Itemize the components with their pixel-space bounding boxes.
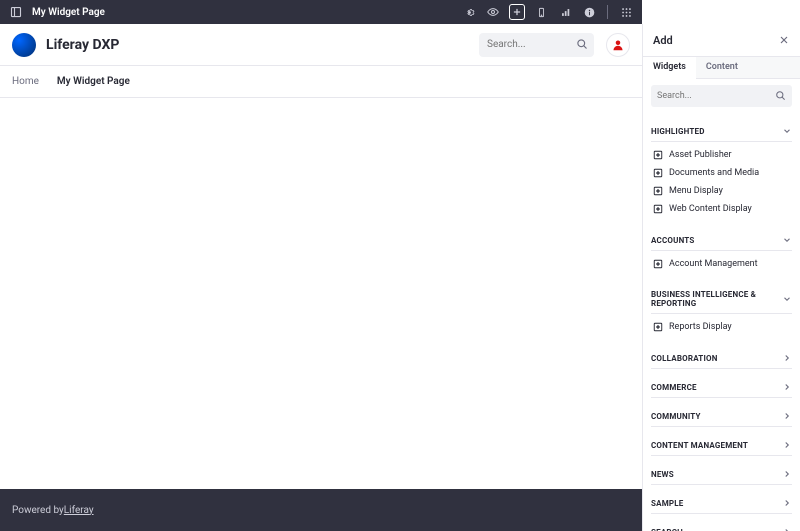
footer-text: Powered by bbox=[12, 505, 64, 516]
category-label: HIGHLIGHTED bbox=[651, 127, 705, 136]
widget-label: Web Content Display bbox=[669, 204, 752, 214]
widget-icon bbox=[653, 150, 663, 160]
widget-icon bbox=[653, 322, 663, 332]
panel-tabs: Widgets Content bbox=[643, 56, 800, 79]
widget-item[interactable]: Menu Display bbox=[651, 182, 792, 200]
widget-icon bbox=[653, 204, 663, 214]
category-header[interactable]: HIGHLIGHTED bbox=[651, 121, 792, 142]
sidebar-toggle-icon[interactable] bbox=[8, 4, 24, 20]
panel-search-icon[interactable] bbox=[775, 90, 786, 101]
eye-icon[interactable] bbox=[485, 4, 501, 20]
panel-search-input[interactable] bbox=[651, 85, 792, 107]
divider bbox=[607, 5, 608, 19]
category-label: ACCOUNTS bbox=[651, 236, 695, 245]
category-header[interactable]: COLLABORATION bbox=[651, 348, 792, 369]
category-label: SEARCH bbox=[651, 528, 683, 531]
chevron-right-icon bbox=[782, 527, 792, 531]
widget-item[interactable]: Web Content Display bbox=[651, 200, 792, 218]
widget-item[interactable]: Reports Display bbox=[651, 318, 792, 336]
widget-item[interactable]: Account Management bbox=[651, 255, 792, 273]
user-avatar[interactable] bbox=[606, 33, 630, 57]
widget-label: Asset Publisher bbox=[669, 150, 732, 160]
chevron-down-icon bbox=[782, 294, 792, 304]
search-wrap bbox=[479, 33, 594, 57]
category-header[interactable]: COMMERCE bbox=[651, 377, 792, 398]
chevron-right-icon bbox=[782, 469, 792, 479]
tab-widgets[interactable]: Widgets bbox=[643, 57, 696, 79]
widget-icon bbox=[653, 168, 663, 178]
tab-content[interactable]: Content bbox=[696, 57, 748, 78]
widget-item[interactable]: Documents and Media bbox=[651, 164, 792, 182]
add-panel: Add Widgets Content HIGHLIGHTED Asset Pub… bbox=[642, 24, 800, 531]
category-header[interactable]: SAMPLE bbox=[651, 493, 792, 514]
panel-search bbox=[643, 79, 800, 113]
page-header: Liferay DXP bbox=[0, 24, 642, 66]
category-label: NEWS bbox=[651, 470, 674, 479]
category-label: BUSINESS INTELLIGENCE & REPORTING bbox=[651, 290, 782, 308]
category-label: COMMUNITY bbox=[651, 412, 701, 421]
widget-item[interactable]: Asset Publisher bbox=[651, 146, 792, 164]
panel-header: Add bbox=[643, 24, 800, 56]
chevron-right-icon bbox=[782, 498, 792, 508]
category-header[interactable]: NEWS bbox=[651, 464, 792, 485]
chevron-right-icon bbox=[782, 353, 792, 363]
breadcrumb-current[interactable]: My Widget Page bbox=[57, 76, 130, 87]
category-label: COMMERCE bbox=[651, 383, 697, 392]
search-icon[interactable] bbox=[576, 38, 588, 50]
grid-icon[interactable] bbox=[618, 4, 634, 20]
simulation-icon[interactable] bbox=[533, 4, 549, 20]
widget-label: Reports Display bbox=[669, 322, 732, 332]
chevron-right-icon bbox=[782, 440, 792, 450]
panel-title: Add bbox=[653, 34, 673, 47]
close-icon[interactable] bbox=[778, 34, 790, 46]
info-icon[interactable] bbox=[581, 4, 597, 20]
chevron-right-icon bbox=[782, 411, 792, 421]
widget-icon bbox=[653, 186, 663, 196]
page-title: My Widget Page bbox=[32, 7, 105, 18]
category-header[interactable]: SEARCH bbox=[651, 522, 792, 531]
breadcrumb-home[interactable]: Home bbox=[12, 76, 39, 87]
panel-body[interactable]: HIGHLIGHTED Asset Publisher Documents and … bbox=[643, 113, 800, 531]
widget-icon bbox=[653, 259, 663, 269]
add-icon[interactable] bbox=[509, 4, 525, 20]
widget-label: Account Management bbox=[669, 259, 758, 269]
footer: Powered by Liferay bbox=[0, 489, 642, 531]
chevron-right-icon bbox=[782, 382, 792, 392]
chevron-down-icon bbox=[782, 235, 792, 245]
top-bar: My Widget Page bbox=[0, 0, 642, 24]
product-title: Liferay DXP bbox=[46, 37, 119, 53]
gear-icon[interactable] bbox=[461, 4, 477, 20]
widget-label: Documents and Media bbox=[669, 168, 759, 178]
category-header[interactable]: CONTENT MANAGEMENT bbox=[651, 435, 792, 456]
breadcrumb: Home My Widget Page bbox=[0, 66, 642, 98]
widget-label: Menu Display bbox=[669, 186, 723, 196]
category-label: SAMPLE bbox=[651, 499, 684, 508]
category-header[interactable]: COMMUNITY bbox=[651, 406, 792, 427]
category-label: COLLABORATION bbox=[651, 354, 718, 363]
category-header[interactable]: BUSINESS INTELLIGENCE & REPORTING bbox=[651, 285, 792, 314]
chevron-down-icon bbox=[782, 126, 792, 136]
category-header[interactable]: ACCOUNTS bbox=[651, 230, 792, 251]
footer-link[interactable]: Liferay bbox=[64, 505, 94, 516]
content-area bbox=[0, 98, 642, 489]
liferay-logo[interactable] bbox=[12, 33, 36, 57]
analytics-icon[interactable] bbox=[557, 4, 573, 20]
category-label: CONTENT MANAGEMENT bbox=[651, 441, 748, 450]
